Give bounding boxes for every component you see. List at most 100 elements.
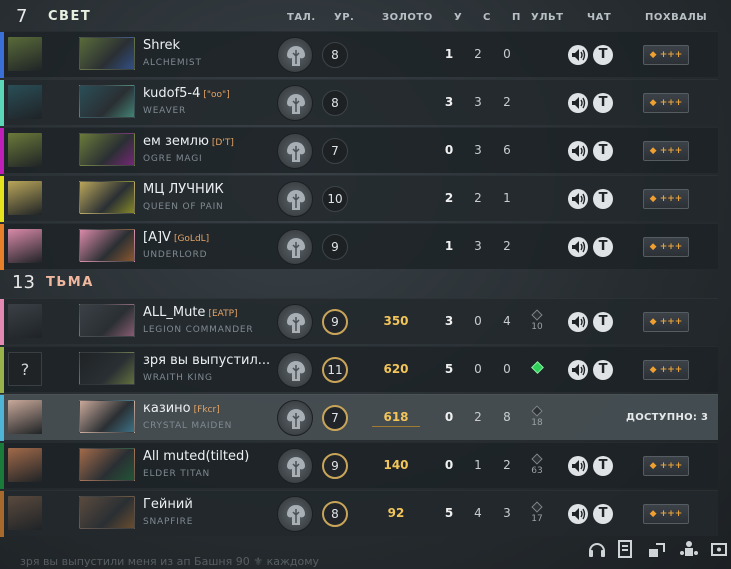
avatar[interactable] [8, 37, 42, 71]
player-name[interactable]: Shrek [143, 38, 180, 53]
talent-tree-button[interactable] [277, 133, 313, 169]
mute-voice-button[interactable] [568, 237, 588, 257]
player-name[interactable]: All muted(tilted) [143, 449, 249, 464]
hero-level: 10 [322, 186, 348, 212]
report-icon[interactable] [614, 538, 636, 560]
player-name[interactable]: зря вы выпустил... [143, 353, 270, 368]
hero-level: 8 [322, 90, 348, 116]
mute-text-button[interactable]: T [593, 504, 613, 524]
player-name-text: ем землю [143, 134, 209, 149]
praise-button[interactable]: ◆ +++ [643, 141, 689, 161]
player-name[interactable]: казино [Fkcr] [143, 401, 220, 416]
talent-tree-button[interactable] [277, 448, 313, 484]
mute-voice-button[interactable] [568, 45, 588, 65]
mute-icon [572, 316, 586, 328]
avatar[interactable] [8, 181, 42, 215]
settings-icon[interactable] [708, 538, 730, 560]
player-row[interactable]: МЦ ЛУЧНИК QUEEN OF PAIN 10 2 2 1 T ◆ +++ [0, 175, 718, 222]
praise-button[interactable]: ◆ +++ [643, 237, 689, 257]
player-name[interactable]: ем землю [D'T] [143, 134, 234, 149]
talent-tree-icon [287, 94, 305, 114]
talent-tree-button[interactable] [277, 229, 313, 265]
talent-tree-button[interactable] [277, 181, 313, 217]
mute-voice-button[interactable] [568, 93, 588, 113]
mute-text-button[interactable]: T [593, 456, 613, 476]
ultimate-status: 63 [530, 453, 544, 481]
talent-tree-button[interactable] [277, 400, 313, 436]
player-name[interactable]: МЦ ЛУЧНИК [143, 182, 224, 197]
player-row[interactable]: All muted(tilted) ELDER TITAN 9 140 0 1 2 63 T ◆ … [0, 442, 718, 489]
mute-voice-button[interactable] [568, 189, 588, 209]
player-row[interactable]: [A]V [GoLdL] UNDERLORD 9 1 3 2 T ◆ +++ [0, 223, 718, 270]
praise-label: +++ [659, 242, 683, 252]
player-row[interactable]: Shrek ALCHEMIST 8 1 2 0 T ◆ +++ [0, 31, 718, 78]
assists-value: 3 [503, 506, 511, 520]
praise-button[interactable]: ◆ +++ [643, 360, 689, 380]
player-row[interactable]: kudof5-4 ["oo"] WEAVER 8 3 3 2 T ◆ +++ [0, 79, 718, 126]
gold-value: 92 [387, 506, 405, 520]
mute-text-button[interactable]: T [593, 312, 613, 332]
hero-level: 7 [322, 405, 348, 431]
deaths-value: 3 [474, 95, 482, 109]
mute-text-button[interactable]: T [593, 93, 613, 113]
talent-tree-button[interactable] [277, 304, 313, 340]
talent-tree-button[interactable] [277, 352, 313, 388]
praise-button[interactable]: ◆ +++ [643, 456, 689, 476]
talent-tree-button[interactable] [277, 85, 313, 121]
player-name[interactable]: kudof5-4 ["oo"] [143, 86, 230, 101]
mute-icon [572, 364, 586, 376]
player-name[interactable]: [A]V [GoLdL] [143, 230, 209, 245]
player-name[interactable]: Гейний [143, 497, 193, 512]
ultimate-status [530, 359, 544, 385]
guild-tag: ["oo"] [203, 90, 230, 100]
coach-icon[interactable] [678, 538, 700, 560]
avatar[interactable] [8, 304, 42, 338]
talent-tree-button[interactable] [277, 37, 313, 73]
talent-tree-icon [287, 238, 305, 258]
mute-voice-button[interactable] [568, 504, 588, 524]
player-name-text: Гейний [143, 497, 193, 512]
player-row[interactable]: ? зря вы выпустил... WRAITH KING 11 620 5 0 0 T ◆… [0, 346, 718, 393]
hero-portrait [79, 229, 135, 262]
mute-voice-button[interactable] [568, 456, 588, 476]
mute-icon [572, 97, 586, 109]
praise-button[interactable]: ◆ +++ [643, 312, 689, 332]
mute-text-button[interactable]: T [593, 237, 613, 257]
player-name[interactable]: ALL_Mute [EATP] [143, 305, 238, 320]
mute-text-button[interactable]: T [593, 360, 613, 380]
player-row[interactable]: ALL_Mute [EATP] LEGION COMMANDER 9 350 3 0 4 10 T… [0, 298, 718, 345]
player-row[interactable]: ем землю [D'T] OGRE MAGI 7 0 3 6 T ◆ +++ [0, 127, 718, 174]
talent-tree-button[interactable] [277, 496, 313, 532]
kills-value: 5 [444, 506, 454, 520]
praise-icon: ◆ [649, 98, 660, 108]
player-slot-color [0, 176, 4, 222]
avatar[interactable] [8, 85, 42, 119]
talent-tree-icon [287, 313, 305, 333]
avatar[interactable] [8, 448, 42, 482]
avatar[interactable] [8, 229, 42, 263]
mute-voice-button[interactable] [568, 360, 588, 380]
text-chat-icon: T [598, 314, 608, 329]
praise-button[interactable]: ◆ +++ [643, 504, 689, 524]
hero-portrait [79, 37, 135, 70]
player-row[interactable]: казино [Fkcr] CRYSTAL MAIDEN 7 618 0 2 8 18 ДОСТУ… [0, 394, 718, 441]
praise-button[interactable]: ◆ +++ [643, 93, 689, 113]
mute-text-button[interactable]: T [593, 189, 613, 209]
share-icon[interactable] [646, 538, 668, 560]
mute-voice-button[interactable] [568, 141, 588, 161]
dire-score: 13 [12, 271, 35, 293]
mute-text-button[interactable]: T [593, 141, 613, 161]
praise-button[interactable]: ◆ +++ [643, 45, 689, 65]
headset-icon[interactable] [586, 538, 608, 560]
mute-voice-button[interactable] [568, 312, 588, 332]
avatar[interactable] [8, 400, 42, 434]
ult-cooldown: 10 [531, 322, 543, 332]
ult-ready-icon [531, 361, 544, 374]
avatar[interactable] [8, 133, 42, 167]
praise-button[interactable]: ◆ +++ [643, 189, 689, 209]
hero-level: 9 [322, 234, 348, 260]
ult-cooldown: 17 [531, 514, 543, 524]
mute-text-button[interactable]: T [593, 45, 613, 65]
avatar[interactable]: ? [8, 352, 42, 386]
avatar[interactable] [8, 496, 42, 530]
